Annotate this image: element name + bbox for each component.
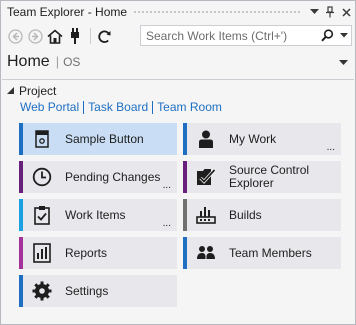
reports-icon xyxy=(29,242,55,264)
tile-accent-bar xyxy=(19,199,23,231)
tile-source-control-explorer[interactable]: Source Control Explorer xyxy=(183,161,341,193)
title-grip[interactable] xyxy=(133,9,300,15)
team-members-icon xyxy=(193,242,219,264)
search-icon[interactable] xyxy=(317,26,337,45)
project-links: Web Portal Task Board Team Room xyxy=(20,100,222,114)
gear-icon xyxy=(29,280,55,302)
search-input[interactable] xyxy=(141,26,317,45)
tile-sample-button[interactable]: Sample Button xyxy=(19,123,177,155)
tile-label: Settings xyxy=(65,283,109,298)
project-heading: Project xyxy=(19,84,57,98)
back-icon[interactable] xyxy=(6,27,24,45)
clipboard-check-icon xyxy=(29,204,55,226)
page-title: Home xyxy=(7,53,50,70)
dropdown-icon[interactable] xyxy=(306,4,322,20)
tile-accent-bar xyxy=(19,275,23,307)
tile-accent-bar xyxy=(19,161,23,193)
tile-label: Team Members xyxy=(229,245,312,260)
tile-accent-bar xyxy=(183,237,187,269)
link-separator xyxy=(152,100,154,114)
project-name[interactable]: OS xyxy=(63,55,80,69)
header-divider xyxy=(2,79,354,80)
toolbar-separator xyxy=(90,28,91,44)
team-explorer-window: Team Explorer - Home Search Work Items (… xyxy=(0,0,356,325)
tile-label: Sample Button xyxy=(65,131,144,146)
window-title: Team Explorer - Home xyxy=(7,5,128,19)
tile-pending-changes[interactable]: Pending Changes ... xyxy=(19,161,177,193)
refresh-icon[interactable] xyxy=(95,27,113,45)
forward-icon[interactable] xyxy=(26,27,44,45)
collapse-caret-icon[interactable] xyxy=(7,86,14,96)
tile-reports[interactable]: Reports xyxy=(19,237,177,269)
title-bar: Team Explorer - Home xyxy=(2,2,354,22)
more-options-icon[interactable]: ... xyxy=(163,181,171,191)
pin-icon[interactable] xyxy=(322,4,338,20)
header-dropdown-icon[interactable] xyxy=(339,58,348,68)
sample-button-icon xyxy=(29,128,55,150)
link-separator xyxy=(83,100,85,114)
tile-work-items[interactable]: Work Items ... xyxy=(19,199,177,231)
team-room-link[interactable]: Team Room xyxy=(157,100,222,114)
chevron-down-icon xyxy=(340,33,348,38)
tile-builds[interactable]: Builds xyxy=(183,199,341,231)
tile-label-line2: Explorer xyxy=(229,176,274,190)
tile-accent-bar xyxy=(19,123,23,155)
tile-label: My Work xyxy=(229,131,277,146)
tile-label: Pending Changes xyxy=(65,169,161,184)
header-separator: | xyxy=(55,54,60,69)
clock-icon xyxy=(29,166,55,188)
project-section-header[interactable]: Project xyxy=(7,84,56,98)
more-options-icon[interactable]: ... xyxy=(327,143,335,153)
tile-accent-bar xyxy=(183,199,187,231)
tile-accent-bar xyxy=(183,161,187,193)
tile-settings[interactable]: Settings xyxy=(19,275,177,307)
page-header: Home | OS xyxy=(2,53,354,79)
more-options-icon[interactable]: ... xyxy=(163,219,171,229)
tile-label: Builds xyxy=(229,207,262,222)
tile-my-work[interactable]: My Work ... xyxy=(183,123,341,155)
close-icon[interactable] xyxy=(338,4,354,20)
connect-icon[interactable] xyxy=(66,27,84,45)
tile-accent-bar xyxy=(19,237,23,269)
web-portal-link[interactable]: Web Portal xyxy=(20,100,79,114)
task-board-link[interactable]: Task Board xyxy=(88,100,148,114)
tile-accent-bar xyxy=(183,123,187,155)
tile-team-members[interactable]: Team Members xyxy=(183,237,341,269)
source-control-icon xyxy=(193,166,219,188)
toolbar xyxy=(2,23,354,49)
builds-icon xyxy=(193,204,219,226)
tile-label: Work Items xyxy=(65,207,126,222)
search-box xyxy=(140,25,352,46)
search-options-dropdown[interactable] xyxy=(337,26,351,45)
tile-label-multiline: Source Control Explorer xyxy=(229,164,309,190)
person-icon xyxy=(193,128,219,150)
tile-label: Reports xyxy=(65,245,108,260)
home-icon[interactable] xyxy=(46,27,64,45)
